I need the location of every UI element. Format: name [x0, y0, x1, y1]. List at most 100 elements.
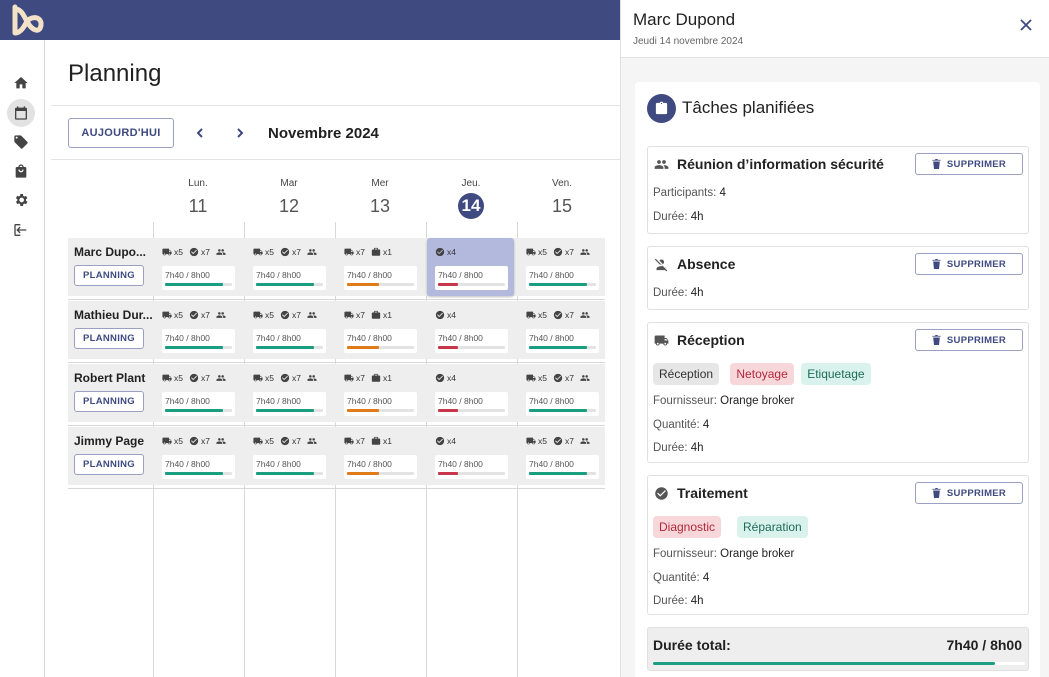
- progress-fill: [529, 409, 587, 412]
- planning-button[interactable]: PLANNING: [74, 454, 144, 475]
- progress-fill: [529, 283, 587, 286]
- person-name[interactable]: Mathieu Dur...: [74, 308, 152, 322]
- truck-icon: [253, 248, 263, 256]
- check-icon: [280, 247, 290, 257]
- truck-icon: [344, 437, 354, 445]
- count-value: x7: [291, 310, 301, 320]
- count-value: x7: [200, 436, 210, 446]
- delete-label: SUPPRIMER: [946, 258, 1007, 270]
- day-cell[interactable]: x4 7h40 / 8h00: [427, 238, 514, 296]
- planning-button[interactable]: PLANNING: [74, 265, 144, 286]
- delete-task-button[interactable]: SUPPRIMER: [915, 329, 1023, 351]
- truck-icon: [162, 437, 172, 445]
- truck-icon: [344, 374, 354, 382]
- people-icon: [580, 312, 590, 318]
- divider: [51, 159, 620, 160]
- truck-icon: [526, 437, 536, 445]
- day-cell[interactable]: x5 x7 7h40 / 8h00: [154, 427, 241, 485]
- progress-fill: [438, 472, 459, 475]
- tasks-card: Tâches planifiées Réunion d’information …: [635, 82, 1040, 677]
- task-tag: Diagnostic: [653, 516, 722, 538]
- home-icon: [14, 77, 28, 89]
- day-cell[interactable]: x5 x7 7h40 / 8h00: [154, 238, 241, 296]
- hours-label: 7h40 / 8h00: [438, 270, 483, 280]
- day-cell[interactable]: x7 x1 7h40 / 8h00: [336, 427, 423, 485]
- detail-label: Fournisseur:: [653, 548, 717, 560]
- count-badge: x7: [189, 436, 210, 446]
- person-name[interactable]: Jimmy Page: [74, 434, 152, 448]
- progress-bar: [165, 409, 232, 412]
- progress-bar: [256, 283, 323, 286]
- planning-button[interactable]: PLANNING: [74, 391, 144, 412]
- check-circle-icon: [655, 487, 668, 500]
- day-name: Lun.: [188, 178, 208, 189]
- task-title: Traitement: [677, 485, 748, 501]
- cell-counts: x5 x7: [526, 373, 593, 383]
- nav-home[interactable]: [7, 69, 35, 97]
- truck-icon: [654, 335, 669, 346]
- person-off-icon: [654, 258, 668, 272]
- day-cell[interactable]: x5 x7 7h40 / 8h00: [518, 364, 605, 422]
- progress-fill: [347, 409, 380, 412]
- nav-calendar[interactable]: [7, 99, 35, 127]
- app-logo[interactable]: [10, 3, 46, 37]
- row-separator: [68, 488, 605, 489]
- count-badge: x4: [435, 436, 456, 446]
- count-value: x5: [538, 310, 547, 320]
- day-cell[interactable]: x7 x1 7h40 / 8h00: [336, 238, 423, 296]
- day-cell[interactable]: x5 x7 7h40 / 8h00: [518, 427, 605, 485]
- day-cell[interactable]: x5 x7 7h40 / 8h00: [154, 301, 241, 359]
- today-button[interactable]: AUJOURD'HUI: [68, 118, 174, 148]
- task-detail: Quantité: 4: [653, 419, 709, 431]
- planning-button[interactable]: PLANNING: [74, 328, 144, 349]
- hours-box: 7h40 / 8h00: [344, 329, 417, 353]
- day-cell[interactable]: x5 x7 7h40 / 8h00: [154, 364, 241, 422]
- delete-label: SUPPRIMER: [946, 487, 1007, 499]
- day-cell[interactable]: x4 7h40 / 8h00: [427, 301, 514, 359]
- day-cell[interactable]: x5 x7 7h40 / 8h00: [245, 427, 332, 485]
- day-cell[interactable]: x5 x7 7h40 / 8h00: [245, 238, 332, 296]
- progress-fill: [347, 472, 380, 475]
- people-icon: [580, 249, 590, 255]
- tag-icon: [14, 135, 28, 149]
- check-icon: [189, 436, 199, 446]
- day-cell[interactable]: x5 x7 7h40 / 8h00: [245, 364, 332, 422]
- nav-tags[interactable]: [7, 128, 35, 156]
- nav-shop[interactable]: [7, 157, 35, 185]
- count-badge: [580, 310, 590, 320]
- day-cell[interactable]: x5 x7 7h40 / 8h00: [518, 238, 605, 296]
- delete-task-button[interactable]: SUPPRIMER: [915, 482, 1023, 504]
- people-icon: [307, 375, 317, 381]
- day-cell[interactable]: x5 x7 7h40 / 8h00: [518, 301, 605, 359]
- hours-label: 7h40 / 8h00: [165, 270, 210, 280]
- progress-bar: [165, 283, 232, 286]
- hours-label: 7h40 / 8h00: [529, 270, 574, 280]
- delete-task-button[interactable]: SUPPRIMER: [915, 253, 1023, 275]
- current-month: Novembre 2024: [268, 125, 379, 142]
- nav-settings[interactable]: [7, 186, 35, 214]
- panel-header: Marc Dupond Jeudi 14 novembre 2024: [621, 0, 1049, 58]
- day-cell[interactable]: x4 7h40 / 8h00: [427, 364, 514, 422]
- day-cell[interactable]: x4 7h40 / 8h00: [427, 427, 514, 485]
- nav-logout[interactable]: [7, 216, 35, 244]
- day-cell[interactable]: x5 x7 7h40 / 8h00: [245, 301, 332, 359]
- day-cell[interactable]: x7 x1 7h40 / 8h00: [336, 364, 423, 422]
- count-badge: x7: [280, 310, 301, 320]
- delete-task-button[interactable]: SUPPRIMER: [915, 153, 1023, 175]
- prev-month-button[interactable]: [191, 124, 209, 142]
- people-icon: [307, 312, 317, 318]
- close-button[interactable]: [1019, 18, 1035, 34]
- count-badge: x5: [526, 436, 547, 446]
- day-cell[interactable]: x7 x1 7h40 / 8h00: [336, 301, 423, 359]
- top-bar: [0, 0, 620, 40]
- detail-label: Durée:: [653, 287, 688, 299]
- person-name[interactable]: Robert Plant: [74, 371, 152, 385]
- hours-box: 7h40 / 8h00: [526, 266, 599, 290]
- count-badge: [580, 436, 590, 446]
- count-badge: x5: [162, 247, 183, 257]
- next-month-button[interactable]: [231, 124, 249, 142]
- person-name[interactable]: Marc Dupo...: [74, 245, 152, 259]
- hours-label: 7h40 / 8h00: [165, 333, 210, 343]
- progress-bar: [347, 472, 414, 475]
- cell-counts: x4: [435, 373, 459, 383]
